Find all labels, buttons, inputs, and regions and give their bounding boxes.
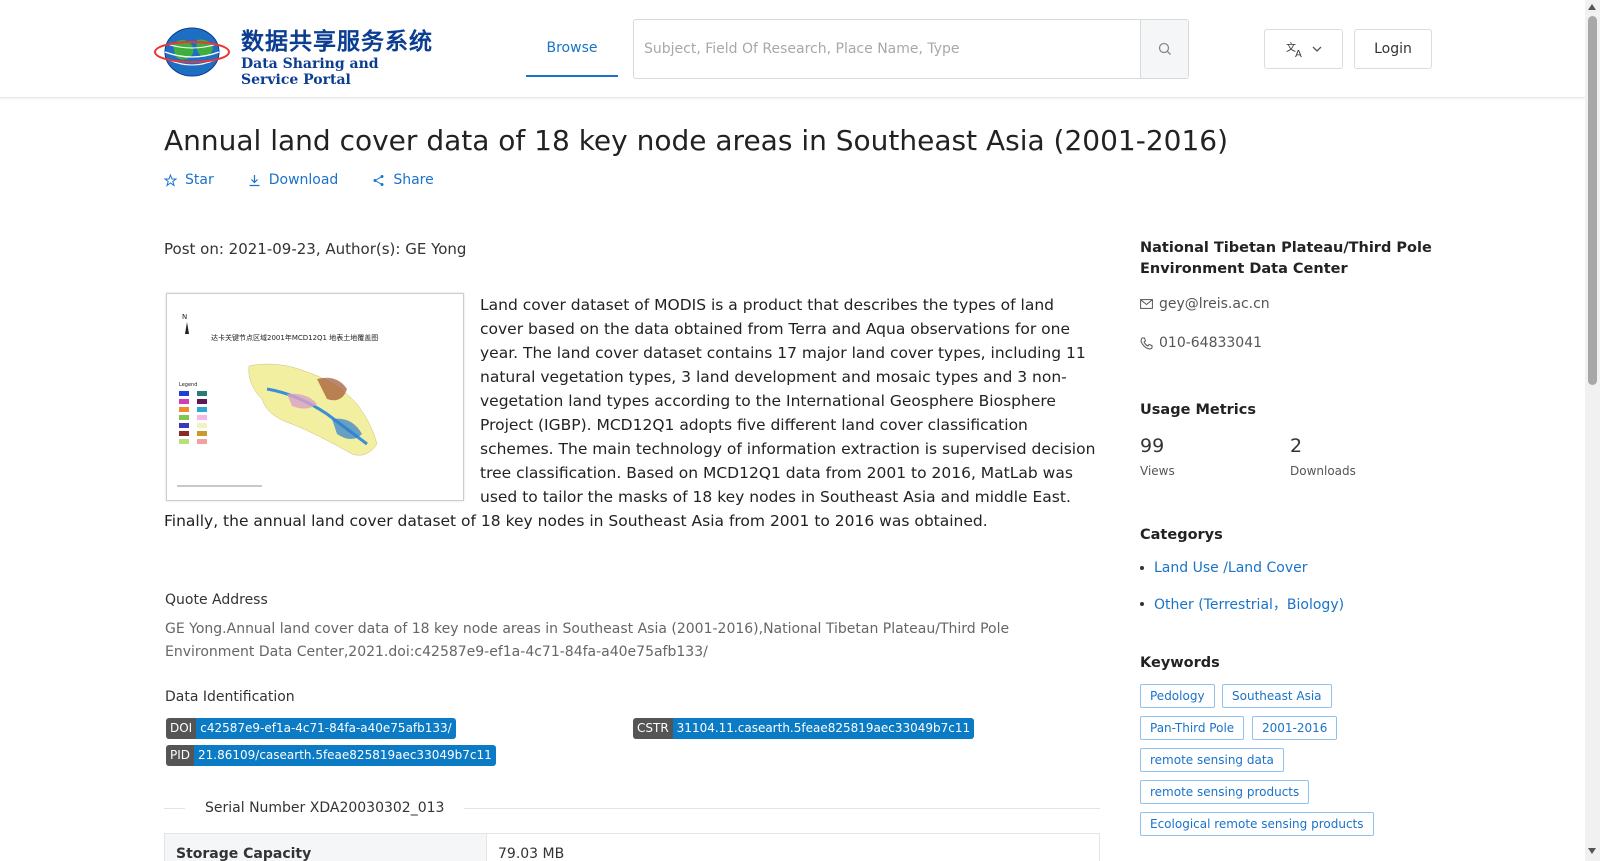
quote-address-text: GE Yong.Annual land cover data of 18 key… [165, 621, 1010, 660]
keyword-tag[interactable]: 2001-2016 [1252, 716, 1338, 740]
page-title: Annual land cover data of 18 key node ar… [164, 124, 1229, 157]
phone-icon [1140, 337, 1153, 350]
views-count: 99 [1140, 435, 1165, 457]
views-label: Views [1140, 464, 1175, 478]
globe-logo-icon [154, 27, 230, 77]
search-icon [1158, 42, 1171, 55]
post-meta: Post on: 2021-09-23, Author(s): GE Yong [164, 240, 467, 258]
dataset-info-table: Storage Capacity 79.03 MB [164, 833, 1100, 861]
keywords-title: Keywords [1140, 655, 1220, 671]
category-item[interactable]: Other (Terrestrial，Biology) [1140, 594, 1344, 614]
login-button[interactable]: Login [1354, 29, 1432, 69]
dataset-description: Land cover dataset of MODIS is a product… [164, 293, 1096, 533]
categories-title: Categorys [1140, 527, 1223, 543]
search-input[interactable] [634, 20, 1140, 78]
category-label: Land Use /Land Cover [1154, 560, 1308, 576]
pid-badge-key: PID [166, 745, 195, 766]
downloads-label: Downloads [1290, 464, 1356, 478]
keyword-tag[interactable]: remote sensing data [1140, 748, 1284, 772]
download-icon [249, 174, 260, 186]
downloads-count: 2 [1290, 435, 1303, 457]
share-button[interactable]: Share [372, 172, 434, 188]
keyword-tag[interactable]: Pedology [1140, 684, 1215, 708]
translate-icon: 文 A [1286, 41, 1302, 58]
storage-capacity-value: 79.03 MB [498, 846, 565, 861]
star-button[interactable]: Star [164, 172, 214, 188]
storage-capacity-label: Storage Capacity [165, 834, 487, 861]
contact-phone: 010-64833041 [1140, 335, 1262, 351]
share-icon [373, 174, 384, 186]
phone-text: 010-64833041 [1159, 335, 1263, 351]
pid-badge-value: 21.86109/casearth.5feae825819aec33049b7c… [194, 745, 496, 766]
download-label: Download [268, 172, 339, 188]
category-item[interactable]: Land Use /Land Cover [1140, 560, 1308, 576]
category-label: Other (Terrestrial，Biology) [1154, 597, 1345, 613]
nav-browse[interactable]: Browse [526, 20, 618, 77]
star-label: Star [185, 172, 214, 188]
page-scrollbar[interactable] [1585, 0, 1600, 861]
logo-chinese-text: 数据共享服务系统 [241, 29, 433, 55]
language-selector[interactable]: 文 A [1264, 29, 1343, 69]
email-text: gey@lreis.ac.cn [1159, 296, 1270, 312]
usage-metrics-title: Usage Metrics [1140, 402, 1256, 418]
logo-english-text: Data Sharing and Service Portal [241, 56, 379, 88]
download-button[interactable]: Download [248, 172, 339, 188]
doi-badge-value: c42587e9-ef1a-4c71-84fa-a40e75afb133/ [196, 718, 456, 739]
data-identification-label: Data Identification [165, 689, 295, 705]
mail-icon [1140, 299, 1153, 309]
keyword-tag[interactable]: Ecological remote sensing products [1140, 812, 1374, 836]
cstr-badge-value: 31104.11.casearth.5feae825819aec33049b7c… [672, 718, 975, 739]
doi-badge-key: DOI [166, 718, 197, 739]
doi-badge[interactable]: DOI c42587e9-ef1a-4c71-84fa-a40e75afb133… [166, 718, 456, 739]
scroll-down-arrow-icon[interactable] [1588, 848, 1596, 854]
share-label: Share [393, 172, 434, 188]
cstr-badge-key: CSTR [633, 718, 673, 739]
search-box [633, 19, 1189, 79]
star-icon [164, 173, 177, 187]
quote-address-label: Quote Address [165, 592, 268, 608]
bullet-icon [1140, 602, 1144, 606]
bullet-icon [1140, 566, 1144, 570]
scroll-up-arrow-icon[interactable] [1588, 4, 1596, 10]
dataset-actions: Star Download Share [164, 172, 434, 188]
data-center-name: National Tibetan Plateau/Third Pole Envi… [1140, 240, 1432, 277]
cstr-badge[interactable]: CSTR 31104.11.casearth.5feae825819aec330… [633, 718, 975, 739]
pid-badge[interactable]: PID 21.86109/casearth.5feae825819aec3304… [166, 745, 496, 766]
serial-number: Serial Number XDA20030302_013 [185, 800, 465, 816]
site-header: 数据共享服务系统 Data Sharing and Service Portal… [0, 0, 1585, 98]
contact-email[interactable]: gey@lreis.ac.cn [1140, 296, 1270, 312]
keyword-tag[interactable]: Pan-Third Pole [1140, 716, 1245, 740]
keyword-tag[interactable]: Southeast Asia [1222, 684, 1332, 708]
search-button[interactable] [1140, 20, 1188, 78]
scroll-thumb[interactable] [1588, 16, 1597, 385]
chevron-down-icon [1312, 46, 1321, 52]
keyword-tag[interactable]: remote sensing products [1140, 780, 1310, 804]
site-logo[interactable]: 数据共享服务系统 Data Sharing and Service Portal [153, 20, 438, 88]
svg-text:A: A [1295, 49, 1302, 58]
